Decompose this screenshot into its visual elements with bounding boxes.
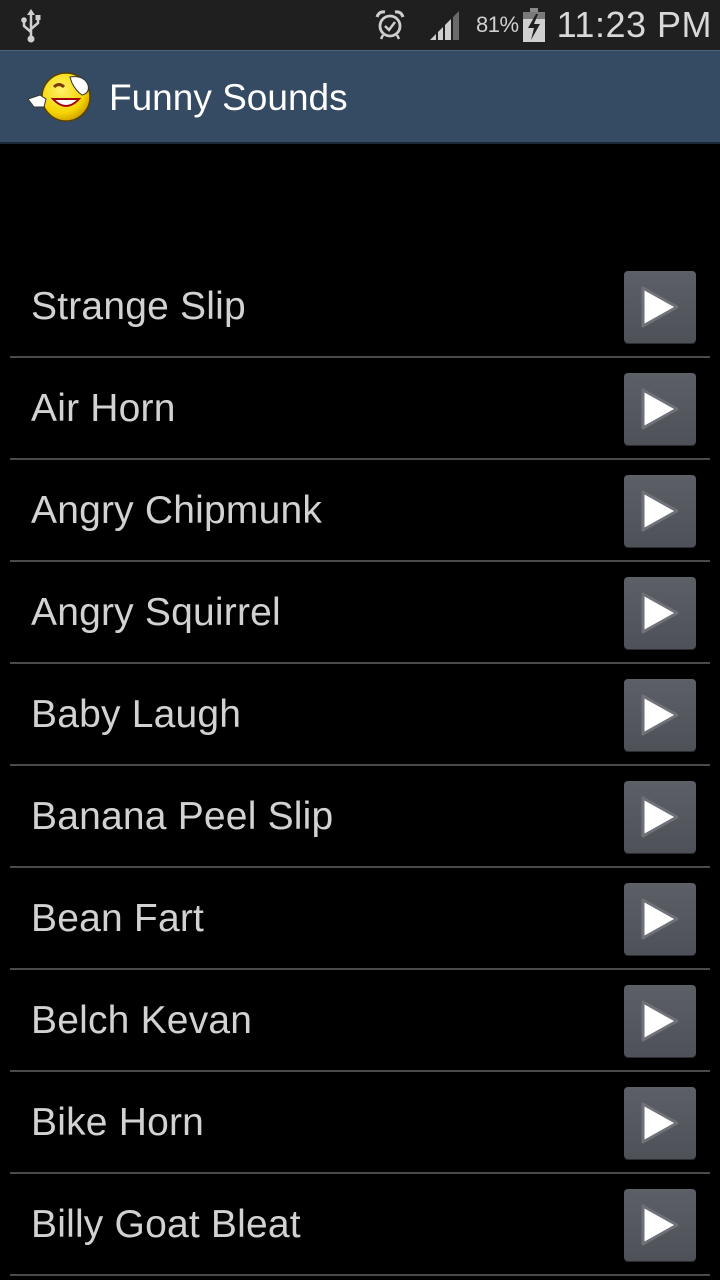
play-button[interactable] [624,781,696,853]
play-button[interactable] [624,679,696,751]
play-button[interactable] [624,985,696,1057]
sound-label: Angry Squirrel [31,591,281,634]
sound-list-item[interactable]: Angry Chipmunk [0,460,720,562]
sound-label: Bike Horn [31,1101,205,1144]
play-button[interactable] [624,271,696,343]
row-divider [10,1274,710,1276]
play-button[interactable] [624,883,696,955]
sound-list-item[interactable]: Banana Peel Slip [0,766,720,868]
sound-label: Bean Fart [31,897,205,940]
laughing-smiley-icon[interactable] [26,69,94,127]
app-title: Funny Sounds [109,77,348,118]
status-bar: 81% 11:23 PM [0,0,720,50]
sound-list-item[interactable]: Angry Squirrel [0,562,720,664]
play-button[interactable] [624,1087,696,1159]
battery-charging-icon [522,8,545,42]
sound-label: Baby Laugh [31,693,242,736]
sound-list: Strange Slip Air Horn Angry Chipmunk Ang… [0,256,720,1276]
sound-list-item[interactable]: Strange Slip [0,256,720,358]
usb-icon [21,9,41,43]
play-icon [641,1102,679,1144]
play-button[interactable] [624,475,696,547]
sound-list-item[interactable]: Billy Goat Bleat [0,1174,720,1276]
play-button[interactable] [624,373,696,445]
play-icon [641,286,679,328]
play-icon [641,490,679,532]
play-icon [641,388,679,430]
clock: 11:23 PM [556,4,712,45]
sound-list-item[interactable]: Baby Laugh [0,664,720,766]
play-icon [641,898,679,940]
play-button[interactable] [624,1189,696,1261]
sound-label: Belch Kevan [31,999,253,1042]
play-button[interactable] [624,577,696,649]
sound-label: Angry Chipmunk [31,489,323,532]
action-bar: Funny Sounds [0,50,720,144]
play-icon [641,1204,679,1246]
sound-list-item[interactable]: Bean Fart [0,868,720,970]
sound-label: Air Horn [31,387,176,430]
play-icon [641,1000,679,1042]
sound-list-item[interactable]: Belch Kevan [0,970,720,1072]
play-icon [641,592,679,634]
play-icon [641,694,679,736]
play-icon [641,796,679,838]
sound-label: Billy Goat Bleat [31,1203,301,1246]
signal-icon [430,11,460,40]
sound-label: Banana Peel Slip [31,795,334,838]
battery-percent: 81% [476,12,519,37]
sound-list-item[interactable]: Air Horn [0,358,720,460]
sound-list-item[interactable]: Bike Horn [0,1072,720,1174]
alarm-icon [375,10,405,40]
sound-label: Strange Slip [31,285,246,328]
